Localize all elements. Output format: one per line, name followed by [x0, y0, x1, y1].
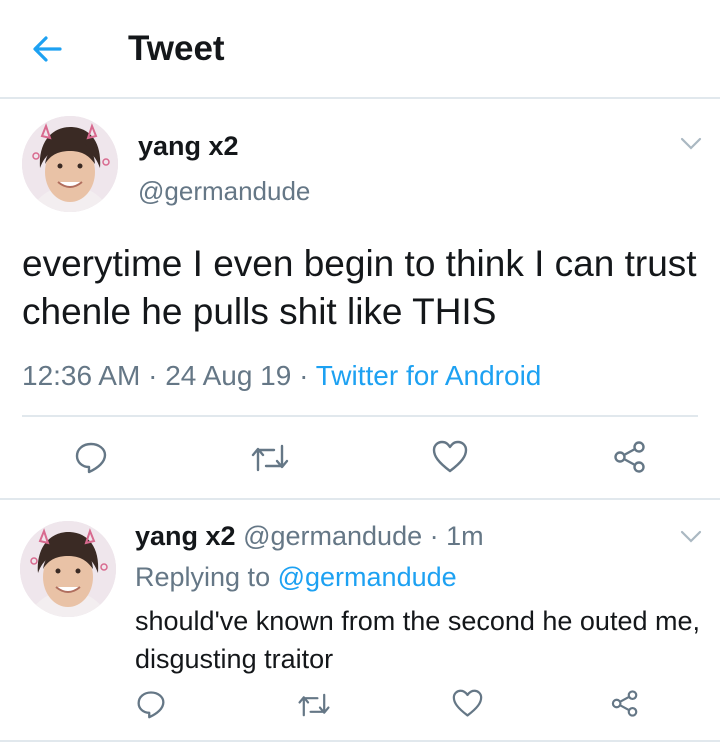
chevron-down-icon[interactable] — [680, 530, 702, 544]
header-bar: Tweet — [0, 0, 720, 99]
author-handle[interactable]: @germandude — [243, 521, 422, 551]
mention-link[interactable]: @germandude — [278, 562, 457, 592]
reply-header: yang x2 @germandude · 1m — [135, 521, 484, 552]
tweet-time: 12:36 AM — [22, 360, 141, 391]
avatar[interactable] — [22, 116, 118, 212]
replying-to: Replying to @germandude — [135, 562, 457, 593]
reply-age: 1m — [446, 521, 484, 551]
tweet-meta: 12:36 AM · 24 Aug 19 · Twitter for Andro… — [22, 360, 541, 392]
back-arrow-icon[interactable] — [30, 32, 64, 66]
retweet-icon[interactable] — [297, 691, 331, 719]
reply-text: should've known from the second he outed… — [135, 606, 700, 674]
avatar[interactable] — [20, 521, 116, 617]
meta-separator: · — [291, 360, 316, 391]
share-icon[interactable] — [610, 689, 640, 718]
reply-icon[interactable] — [74, 440, 108, 474]
tweet-source[interactable]: Twitter for Android — [316, 360, 542, 391]
like-icon[interactable] — [432, 440, 468, 474]
share-icon[interactable] — [612, 440, 648, 474]
chevron-down-icon[interactable] — [680, 137, 702, 151]
author-handle[interactable]: @germandude — [138, 176, 310, 207]
author-name[interactable]: yang x2 — [135, 521, 236, 551]
replying-label: Replying to — [135, 562, 271, 592]
page-title: Tweet — [128, 29, 225, 68]
like-icon[interactable] — [452, 689, 483, 718]
meta-separator: · — [422, 521, 447, 551]
tweet-text: everytime I even begin to think I can tr… — [22, 243, 697, 332]
divider — [0, 498, 720, 500]
tweet-date: 24 Aug 19 — [165, 360, 292, 391]
retweet-icon[interactable] — [250, 442, 290, 474]
author-name[interactable]: yang x2 — [138, 131, 239, 162]
meta-separator: · — [140, 360, 166, 391]
divider — [22, 415, 698, 417]
reply-icon[interactable] — [136, 689, 166, 719]
divider — [0, 740, 720, 742]
